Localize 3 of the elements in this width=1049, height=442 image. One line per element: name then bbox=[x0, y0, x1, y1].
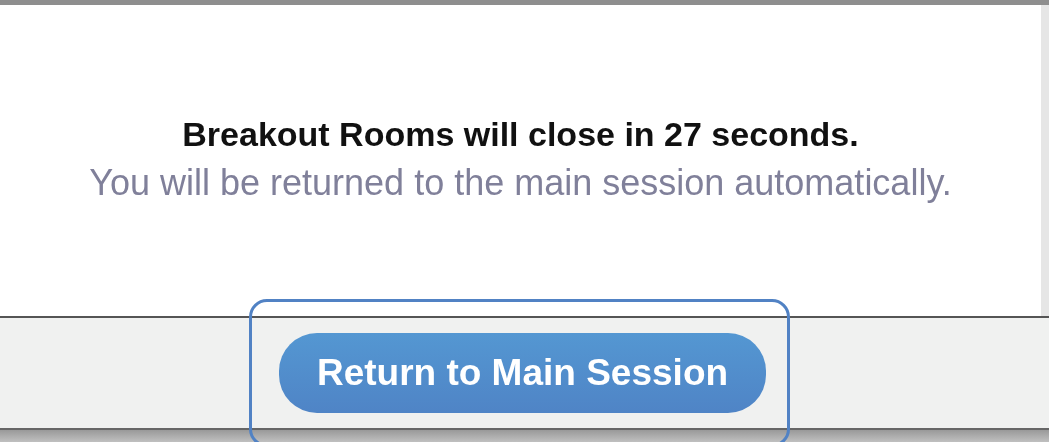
dialog-title: Breakout Rooms will close in 27 seconds. bbox=[182, 115, 859, 154]
return-button[interactable]: Return to Main Session bbox=[279, 333, 766, 413]
dialog-message: You will be returned to the main session automatically. bbox=[89, 162, 952, 204]
